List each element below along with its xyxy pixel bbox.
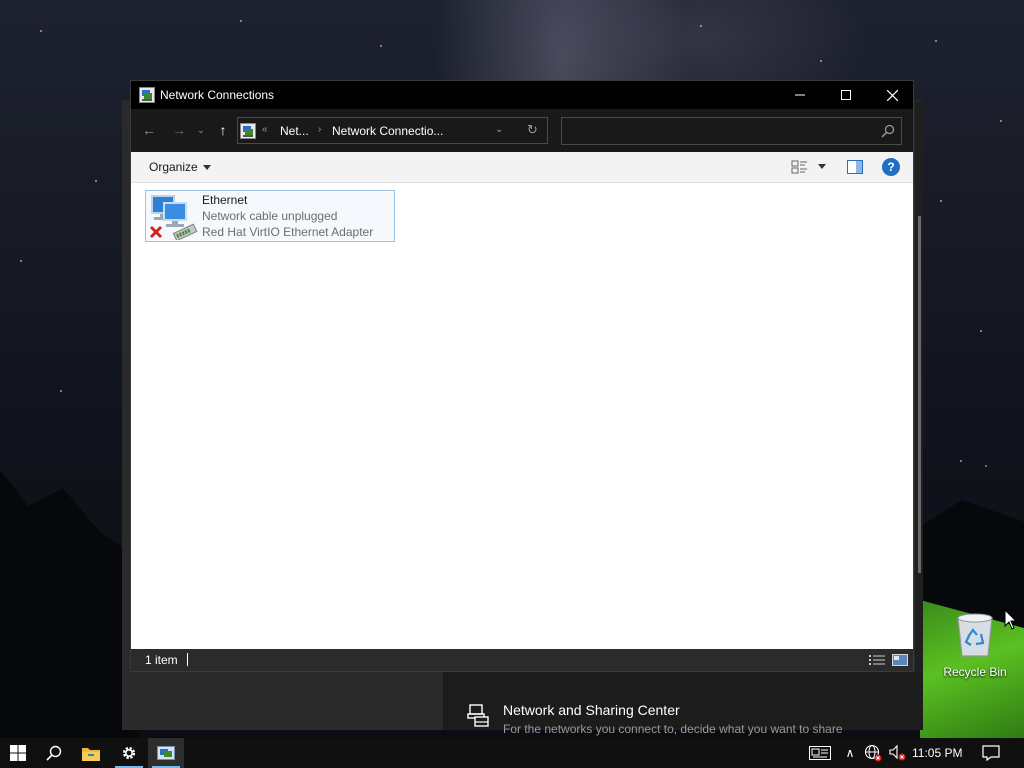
folder-icon [82, 747, 100, 761]
close-button[interactable] [869, 81, 915, 109]
taskbar: ∧ 11:05 PM [0, 738, 1024, 768]
start-button[interactable] [0, 738, 36, 768]
status-separator [187, 653, 188, 666]
view-options-icon [791, 160, 807, 174]
breadcrumb-overflow-button[interactable]: « [262, 124, 268, 135]
recycle-bin-icon [953, 612, 997, 658]
navigation-bar: ← → ⌄ ↑ « Net... › Network Connectio... [131, 109, 913, 152]
file-explorer-taskbar-button[interactable] [73, 738, 109, 768]
show-hidden-icons-button[interactable]: ∧ [840, 738, 860, 768]
address-history-dropdown[interactable]: ⌄ [495, 124, 503, 135]
keyboard-icon [809, 746, 831, 760]
help-button[interactable]: ? [882, 158, 900, 176]
network-connections-app-icon [139, 87, 155, 103]
help-icon: ? [887, 160, 895, 174]
preview-pane-button[interactable] [847, 160, 863, 174]
forward-arrow-icon: → [172, 122, 186, 138]
details-view-icon [869, 655, 885, 665]
command-bar: Organize ? [131, 152, 913, 183]
change-view-button[interactable] [791, 160, 809, 174]
minimize-icon [795, 94, 805, 96]
search-icon[interactable] [881, 124, 895, 138]
globe-network-icon [864, 744, 882, 762]
gear-icon [122, 746, 136, 760]
details-view-button[interactable] [869, 654, 885, 666]
minimize-button[interactable] [777, 81, 823, 109]
status-bar: 1 item [131, 649, 913, 671]
network-sharing-center-link[interactable]: Network and Sharing Center [503, 702, 680, 718]
back-button[interactable]: ← [139, 120, 159, 140]
item-name: Ethernet [202, 193, 248, 207]
up-arrow-icon: ↑ [219, 122, 227, 138]
background-settings-window[interactable]: Network and Sharing Center For the netwo… [443, 672, 923, 736]
network-adapter-disconnected-icon [148, 194, 198, 242]
title-bar[interactable]: Network Connections [131, 81, 913, 109]
speaker-muted-icon [889, 744, 906, 761]
network-connections-taskbar-button[interactable] [148, 738, 184, 768]
item-device-name: Red Hat VirtIO Ethernet Adapter [202, 225, 374, 239]
address-bar[interactable]: « Net... › Network Connectio... ⌄ ↻ [237, 117, 548, 144]
magnifier-icon [46, 745, 62, 761]
caret-down-icon [202, 164, 211, 170]
recycle-bin-label: Recycle Bin [943, 665, 1007, 679]
maximize-button[interactable] [823, 81, 869, 109]
network-sharing-icon [465, 702, 491, 728]
large-icons-view-button[interactable] [892, 654, 908, 666]
maximize-icon [841, 90, 851, 100]
large-icons-view-icon [892, 654, 908, 666]
scrollbar-thumb[interactable] [918, 216, 921, 573]
view-dropdown-icon[interactable] [818, 164, 826, 169]
back-arrow-icon: ← [142, 122, 156, 138]
taskbar-clock[interactable]: 11:05 PM [912, 746, 962, 760]
settings-taskbar-button[interactable] [111, 738, 147, 768]
chevron-down-icon: ⌄ [197, 124, 205, 135]
refresh-button[interactable]: ↻ [527, 122, 538, 138]
preview-pane-icon [847, 160, 863, 174]
forward-button[interactable]: → [169, 120, 189, 140]
control-panel-icon [157, 746, 175, 760]
breadcrumb-network[interactable]: Net... [280, 124, 309, 138]
network-status-button[interactable] [862, 738, 884, 768]
action-center-button[interactable] [978, 738, 1004, 768]
up-button[interactable]: ↑ [213, 120, 233, 140]
breadcrumb-separator-icon[interactable]: › [318, 124, 321, 135]
mouse-pointer-icon [1004, 608, 1018, 631]
organize-label: Organize [149, 160, 198, 174]
notification-icon [982, 745, 1000, 761]
volume-button[interactable] [886, 738, 908, 768]
recent-locations-button[interactable]: ⌄ [195, 120, 207, 140]
organize-menu-button[interactable]: Organize [149, 160, 211, 174]
window-title: Network Connections [160, 88, 275, 102]
windows-logo-icon [10, 745, 26, 761]
list-item-ethernet[interactable]: Ethernet Network cable unplugged Red Hat… [145, 190, 395, 242]
network-sharing-description: For the networks you connect to, decide … [503, 722, 843, 736]
search-box[interactable] [561, 117, 902, 145]
file-list-area[interactable]: Ethernet Network cable unplugged Red Hat… [131, 183, 913, 649]
item-count: 1 item [145, 653, 178, 667]
mountain-silhouette-left [0, 470, 140, 768]
close-icon [886, 89, 898, 101]
recycle-bin-desktop-icon[interactable]: Recycle Bin [940, 612, 1010, 682]
chevron-up-icon: ∧ [845, 746, 855, 760]
network-connections-window[interactable]: Network Connections ← → ⌄ ↑ « Net... › N… [130, 80, 923, 673]
control-panel-icon [240, 123, 256, 139]
touch-keyboard-button[interactable] [806, 738, 834, 768]
breadcrumb-network-connections[interactable]: Network Connectio... [332, 124, 443, 138]
search-input[interactable] [566, 122, 866, 140]
search-taskbar-button[interactable] [36, 738, 72, 768]
item-status: Network cable unplugged [202, 209, 338, 223]
